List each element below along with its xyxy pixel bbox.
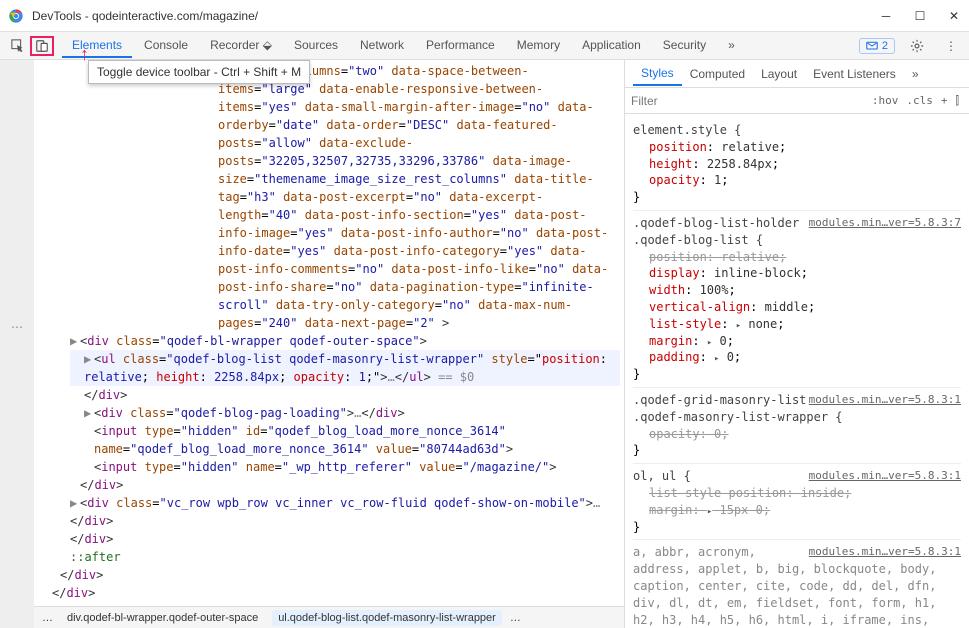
toggle-device-toolbar-button[interactable] <box>30 36 54 56</box>
maximize-button[interactable]: ☐ <box>913 9 927 23</box>
tab-security[interactable]: Security <box>653 34 716 58</box>
close-button[interactable]: ✕ <box>947 9 961 23</box>
source-link[interactable]: modules.min…ver=5.8.3:1 <box>809 392 961 407</box>
styles-tab-computed[interactable]: Computed <box>682 63 753 85</box>
breadcrumb-ellipsis[interactable]: … <box>42 612 53 624</box>
source-link[interactable]: modules.min…ver=5.8.3:1 <box>809 468 961 483</box>
styles-panel: Styles Computed Layout Event Listeners »… <box>624 60 969 628</box>
tabs-overflow[interactable]: » <box>718 34 745 58</box>
styles-filter-input[interactable] <box>631 94 868 108</box>
tab-sources[interactable]: Sources <box>284 34 348 58</box>
tab-network[interactable]: Network <box>350 34 414 58</box>
tab-memory[interactable]: Memory <box>507 34 570 58</box>
breadcrumb-bar: … div.qodef-bl-wrapper.qodef-outer-space… <box>34 606 624 628</box>
breadcrumb-item[interactable]: div.qodef-bl-wrapper.qodef-outer-space <box>61 610 264 626</box>
elements-dom-tree[interactable]: number-of-columns="two" data-space-betwe… <box>34 60 624 606</box>
styles-tab-event-listeners[interactable]: Event Listeners <box>805 63 904 85</box>
left-gutter: ⋯ <box>0 60 34 628</box>
inspect-element-button[interactable] <box>6 36 30 56</box>
styles-pane-toggle[interactable]: ⫿ <box>951 94 963 108</box>
messages-badge[interactable]: 2 <box>859 38 895 54</box>
styles-tab-styles[interactable]: Styles <box>633 62 682 86</box>
tab-application[interactable]: Application <box>572 34 651 58</box>
minimize-button[interactable]: ─ <box>879 9 893 23</box>
hov-toggle[interactable]: :hov <box>868 94 903 107</box>
breadcrumb-item-selected[interactable]: ul.qodef-blog-list.qodef-masonry-list-wr… <box>272 610 502 626</box>
window-titlebar: DevTools - qodeinteractive.com/magazine/… <box>0 0 969 32</box>
settings-gear-icon[interactable] <box>905 36 929 56</box>
styles-tab-layout[interactable]: Layout <box>753 63 805 85</box>
devtools-toolbar: Elements Console Recorder ⬙ Sources Netw… <box>0 32 969 60</box>
more-menu-icon[interactable]: ⋮ <box>939 36 963 56</box>
chrome-icon <box>8 8 24 24</box>
window-title: DevTools - qodeinteractive.com/magazine/ <box>32 9 879 23</box>
device-toolbar-tooltip: Toggle device toolbar - Ctrl + Shift + M <box>88 60 310 84</box>
tab-performance[interactable]: Performance <box>416 34 505 58</box>
styles-tabs-overflow[interactable]: » <box>904 63 927 85</box>
new-rule-button[interactable]: + <box>937 94 952 107</box>
styles-rules-list[interactable]: element.style {position: relative;height… <box>625 114 969 628</box>
breadcrumb-ellipsis[interactable]: … <box>510 612 521 624</box>
tab-recorder[interactable]: Recorder ⬙ <box>200 34 282 58</box>
panel-tabs: Elements Console Recorder ⬙ Sources Netw… <box>62 34 745 58</box>
source-link[interactable]: modules.min…ver=5.8.3:7 <box>809 215 961 230</box>
cls-toggle[interactable]: .cls <box>902 94 937 107</box>
dom-attrs-block: number-of-columns="two" data-space-betwe… <box>38 62 620 332</box>
tab-elements[interactable]: Elements <box>62 34 132 58</box>
tab-console[interactable]: Console <box>134 34 198 58</box>
